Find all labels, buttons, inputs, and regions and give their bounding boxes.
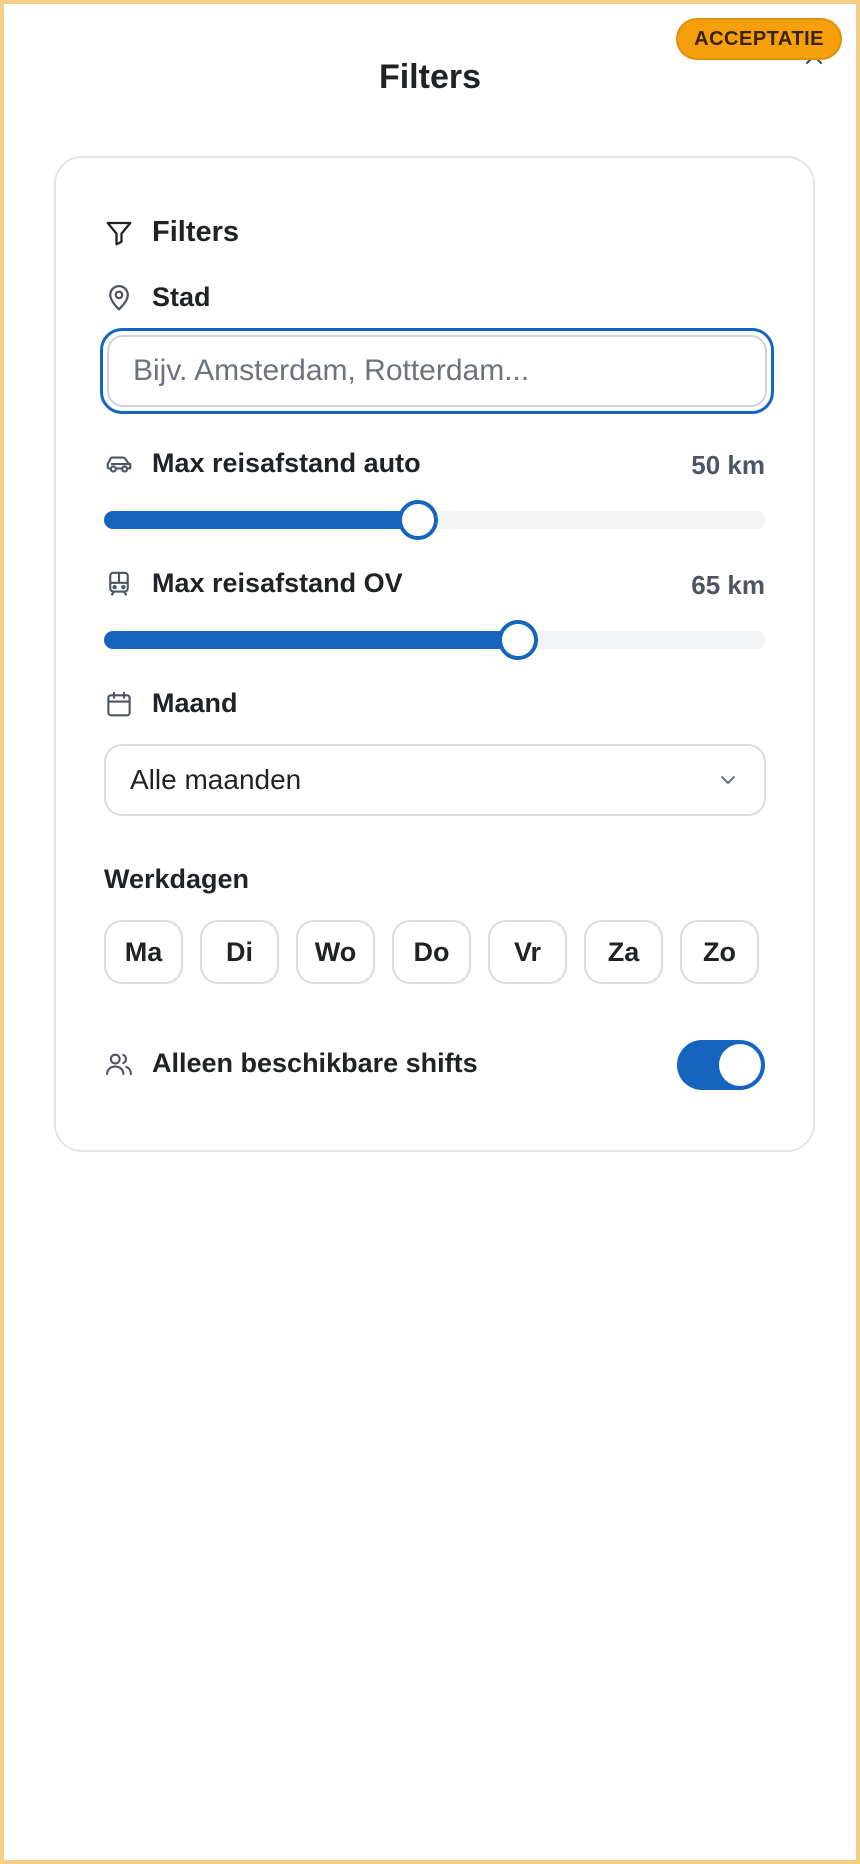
car-icon bbox=[106, 455, 132, 473]
month-select[interactable]: Alle maanden bbox=[104, 744, 766, 816]
day-button-wo[interactable]: Wo bbox=[296, 920, 375, 984]
users-icon bbox=[106, 1053, 132, 1075]
car-distance-slider-fill bbox=[104, 511, 419, 529]
day-button-vr[interactable]: Vr bbox=[488, 920, 567, 984]
calendar-icon bbox=[107, 691, 131, 716]
car-distance-label-text: Max reisafstand auto bbox=[152, 448, 421, 478]
chevron-down-icon bbox=[721, 776, 735, 784]
month-select-value: Alle maanden bbox=[130, 764, 302, 795]
ov-distance-value: 65 km bbox=[691, 570, 765, 600]
ov-distance-slider-thumb[interactable] bbox=[497, 620, 538, 660]
ov-distance-slider-fill bbox=[104, 631, 518, 649]
car-distance-slider-thumb[interactable] bbox=[398, 500, 439, 540]
available-only-label: Alleen beschikbare shifts bbox=[104, 1048, 478, 1079]
car-distance-value: 50 km bbox=[691, 450, 765, 480]
available-only-label-text: Alleen beschikbare shifts bbox=[152, 1048, 478, 1078]
page-title: Filters bbox=[378, 58, 482, 96]
toggle-knob bbox=[719, 1044, 761, 1086]
day-button-di[interactable]: Di bbox=[200, 920, 279, 984]
card-title: Filters bbox=[104, 216, 239, 249]
ov-distance-slider[interactable] bbox=[104, 620, 766, 660]
map-pin-icon bbox=[109, 284, 129, 311]
car-distance-slider[interactable] bbox=[104, 500, 766, 540]
filters-card: Filters Stad Max reisafstand auto 50 km bbox=[54, 156, 815, 1152]
ov-distance-label: Max reisafstand OV bbox=[104, 568, 403, 599]
day-button-za[interactable]: Za bbox=[584, 920, 663, 984]
filter-icon bbox=[106, 221, 132, 245]
city-input-focus-ring bbox=[100, 328, 774, 414]
month-label-text: Maand bbox=[152, 688, 238, 718]
day-button-do[interactable]: Do bbox=[392, 920, 471, 984]
month-label: Maand bbox=[104, 688, 238, 719]
workdays-label: Werkdagen bbox=[104, 864, 250, 894]
car-distance-label: Max reisafstand auto bbox=[104, 448, 421, 479]
workdays-group: Ma Di Wo Do Vr Za Zo bbox=[104, 920, 759, 984]
card-title-label: Filters bbox=[152, 216, 240, 248]
city-label-text: Stad bbox=[152, 282, 211, 312]
ov-distance-label-text: Max reisafstand OV bbox=[152, 568, 403, 598]
day-button-zo[interactable]: Zo bbox=[680, 920, 759, 984]
environment-badge: ACCEPTATIE bbox=[676, 18, 842, 60]
available-only-toggle[interactable] bbox=[677, 1040, 765, 1090]
day-button-ma[interactable]: Ma bbox=[104, 920, 183, 984]
city-label: Stad bbox=[104, 282, 211, 313]
city-input[interactable] bbox=[107, 335, 767, 407]
app-frame: ACCEPTATIE Filters Filters Stad Bijv. Am… bbox=[0, 0, 860, 1864]
train-icon bbox=[109, 571, 129, 596]
